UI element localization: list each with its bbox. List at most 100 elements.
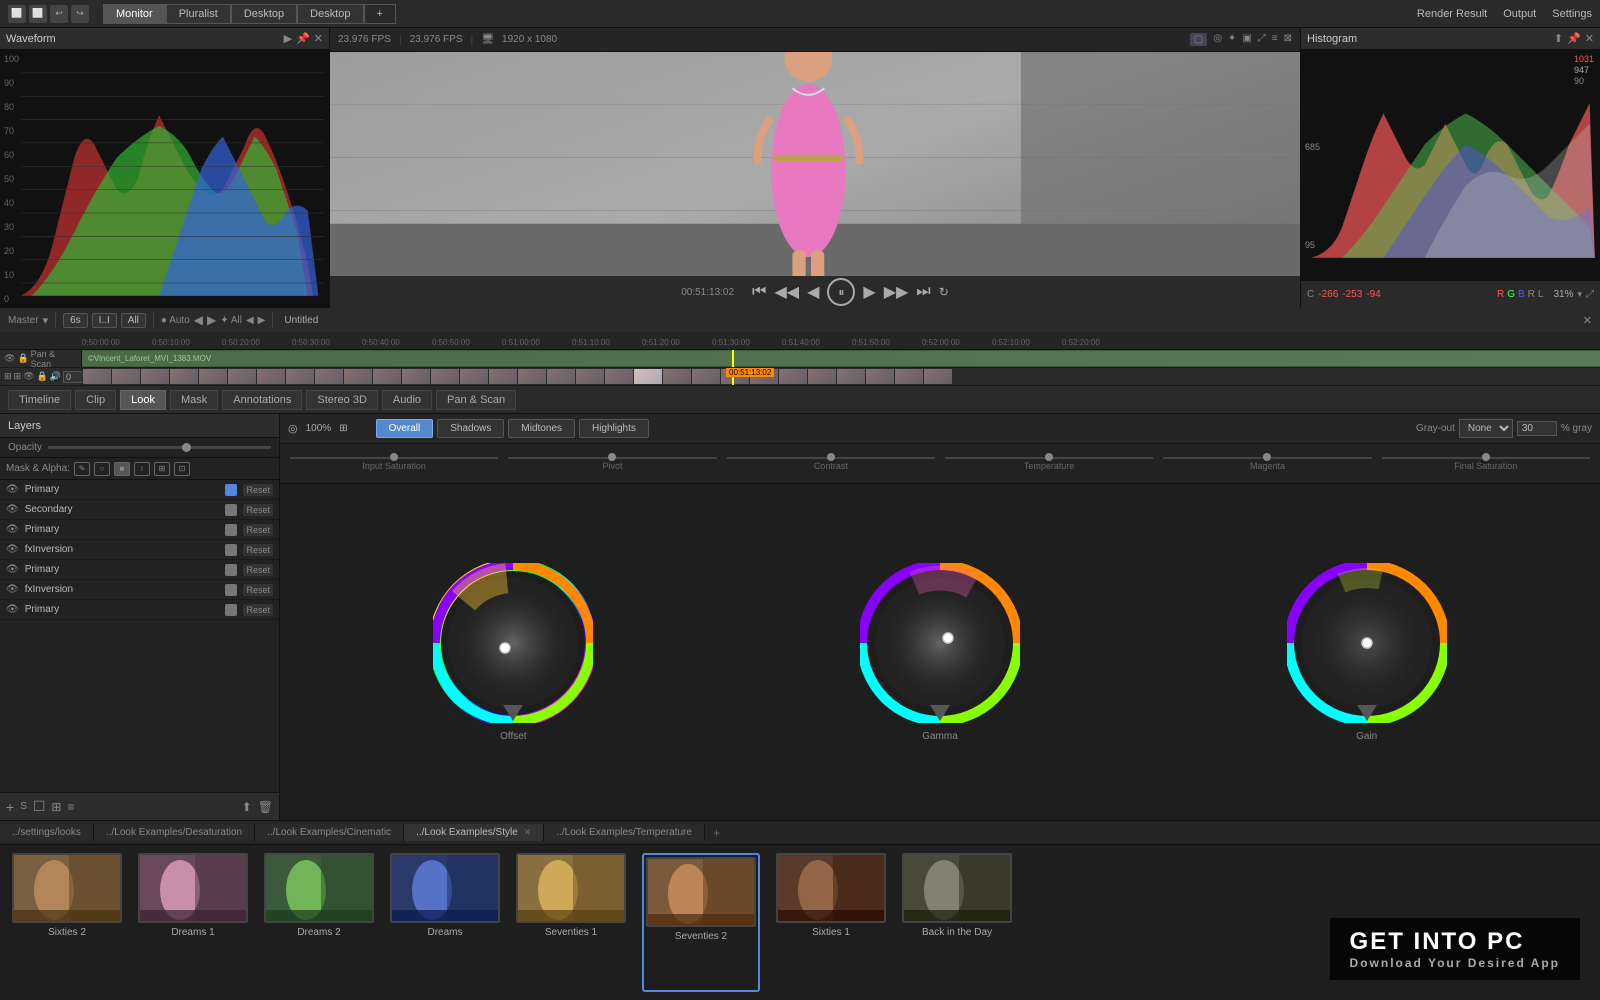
waveform-close-icon[interactable]: ✕ — [314, 32, 323, 45]
preset-dreams[interactable]: Dreams — [390, 853, 500, 992]
layer-delete-icon[interactable]: 🗑 — [258, 800, 273, 814]
tab-audio[interactable]: Audio — [382, 390, 432, 410]
color-wheel-gain[interactable] — [1287, 563, 1447, 723]
layer-2-reset[interactable]: Reset — [243, 504, 273, 516]
color-wheel-offset[interactable] — [433, 563, 593, 723]
layer-5-eye[interactable]: 👁 — [6, 564, 19, 575]
layer-7-reset[interactable]: Reset — [243, 604, 273, 616]
track-1-content[interactable]: ©Vincent_Laforet_MVI_1383.MOV — [82, 350, 1600, 367]
mode-overall[interactable]: Overall — [376, 419, 434, 438]
layer-5-reset[interactable]: Reset — [243, 564, 273, 576]
tool-arrows[interactable]: ⤢ — [1258, 33, 1266, 46]
output-btn[interactable]: Output — [1503, 8, 1536, 20]
layer-7-eye[interactable]: 👁 — [6, 604, 19, 615]
layer-export-icon[interactable]: ⬆ — [242, 800, 252, 814]
icon-2[interactable]: ⬜ — [29, 5, 47, 23]
color-icon-grid[interactable]: ⊞ — [339, 423, 347, 434]
rewind-button[interactable]: ◀ — [807, 282, 819, 302]
mode-dropdown[interactable]: ▾ — [43, 314, 49, 327]
preset-seventies2[interactable]: Seventies 2 — [642, 853, 760, 992]
opacity-slider[interactable] — [48, 446, 271, 449]
layer-layers-icon[interactable]: ≡ — [67, 800, 74, 814]
hist-icon-l[interactable]: L — [1538, 289, 1544, 300]
tab-clip[interactable]: Clip — [75, 390, 116, 410]
tab-add[interactable]: + — [364, 4, 396, 24]
layer-item-1[interactable]: 👁 Primary Reset — [0, 480, 279, 500]
track-1-lock[interactable]: 🔒 — [17, 353, 28, 364]
layer-4-reset[interactable]: Reset — [243, 544, 273, 556]
hist-pin-icon[interactable]: 📌 — [1567, 32, 1581, 45]
tool-circle[interactable]: ◎ — [1213, 33, 1222, 46]
waveform-play-icon[interactable]: ▶ — [284, 32, 292, 45]
tool-split[interactable]: ⊠ — [1284, 33, 1292, 46]
browser-tab-add[interactable]: + — [705, 823, 728, 843]
layer-item-4[interactable]: 👁 fxInversion Reset — [0, 540, 279, 560]
layer-add-icon[interactable]: + — [6, 799, 14, 815]
layer-6-reset[interactable]: Reset — [243, 584, 273, 596]
prev-frame-button[interactable]: ◀◀ — [774, 282, 799, 302]
tab-desktop-2[interactable]: Desktop — [297, 4, 363, 24]
icon-1[interactable]: ⬜ — [8, 5, 26, 23]
mask-icon-4[interactable]: ≀ — [134, 462, 150, 476]
timeline-close-icon[interactable]: ✕ — [1583, 314, 1592, 327]
color-icon-circ[interactable]: ◎ — [288, 422, 298, 435]
layer-1-eye[interactable]: 👁 — [6, 484, 19, 495]
hist-expand-icon[interactable]: ⬆ — [1554, 32, 1563, 45]
layer-item-6[interactable]: 👁 fxInversion Reset — [0, 580, 279, 600]
hist-icon-b[interactable]: B — [1518, 289, 1525, 300]
tab-pluralist[interactable]: Pluralist — [166, 4, 231, 24]
track-2-content[interactable]: 00:51:13:02 — [82, 368, 1600, 385]
tool-lines[interactable]: ≡ — [1272, 33, 1278, 46]
layer-6-eye[interactable]: 👁 — [6, 584, 19, 595]
tab-monitor[interactable]: Monitor — [103, 4, 166, 24]
nav-prev-icon[interactable]: ◀ — [194, 313, 203, 327]
tab-mask[interactable]: Mask — [170, 390, 218, 410]
param-slider-4[interactable] — [945, 457, 1153, 459]
layer-3-eye[interactable]: 👁 — [6, 524, 19, 535]
settings-btn[interactable]: Settings — [1552, 8, 1592, 20]
browser-tab-4[interactable]: ../Look Examples/Style ✕ — [404, 824, 544, 841]
play-button[interactable]: ▶ — [863, 282, 875, 302]
hist-icon-r2[interactable]: R — [1528, 289, 1535, 300]
mask-icon-2[interactable]: ○ — [94, 462, 110, 476]
layer-item-5[interactable]: 👁 Primary Reset — [0, 560, 279, 580]
pause-button[interactable]: ⏸ — [827, 278, 855, 306]
hist-icon-r[interactable]: R — [1497, 289, 1504, 300]
layer-1-reset[interactable]: Reset — [243, 484, 273, 496]
gray-percent-input[interactable] — [1517, 421, 1557, 436]
preset-backinday[interactable]: Back in the Day — [902, 853, 1012, 992]
loop-button[interactable]: ↻ — [939, 285, 949, 299]
tab-annotations[interactable]: Annotations — [222, 390, 302, 410]
layer-4-eye[interactable]: 👁 — [6, 544, 19, 555]
param-slider-1[interactable] — [290, 457, 498, 459]
param-slider-2[interactable] — [508, 457, 716, 459]
param-slider-6[interactable] — [1382, 457, 1590, 459]
track-2-icon-2[interactable]: ⊞ — [14, 371, 22, 382]
layer-item-2[interactable]: 👁 Secondary Reset — [0, 500, 279, 520]
timeline-expand-right[interactable]: ▶ — [258, 315, 266, 326]
preset-seventies1[interactable]: Seventies 1 — [516, 853, 626, 992]
waveform-pin-icon[interactable]: 📌 — [296, 32, 310, 45]
layer-2-eye[interactable]: 👁 — [6, 504, 19, 515]
tab-desktop-1[interactable]: Desktop — [231, 4, 297, 24]
hist-fit-icon[interactable]: ⤢ — [1586, 289, 1594, 300]
layer-3-reset[interactable]: Reset — [243, 524, 273, 536]
tb-all[interactable]: All — [121, 313, 146, 328]
tab-panscan[interactable]: Pan & Scan — [436, 390, 516, 410]
browser-tab-1[interactable]: ../settings/looks — [0, 824, 94, 841]
track-1-eye[interactable]: 👁 — [4, 353, 15, 364]
layer-item-7[interactable]: 👁 Primary Reset — [0, 600, 279, 620]
param-slider-3[interactable] — [727, 457, 935, 459]
hist-close-icon[interactable]: ✕ — [1585, 32, 1594, 45]
gray-out-select[interactable]: None — [1459, 419, 1513, 438]
mask-icon-1[interactable]: ✎ — [74, 462, 90, 476]
track-2-audio[interactable]: 🔊 — [50, 371, 61, 382]
tool-rect[interactable]: ▣ — [1242, 33, 1251, 46]
track-2-eye[interactable]: 👁 — [23, 371, 34, 382]
tb-6s[interactable]: 6s — [63, 313, 88, 328]
nav-next-icon[interactable]: ▶ — [207, 313, 216, 327]
param-slider-5[interactable] — [1163, 457, 1371, 459]
browser-tab-3[interactable]: ../Look Examples/Cinematic — [255, 824, 404, 841]
fast-forward-button[interactable]: ▶▶ — [884, 282, 909, 302]
tb-ii[interactable]: I..I — [92, 313, 117, 328]
